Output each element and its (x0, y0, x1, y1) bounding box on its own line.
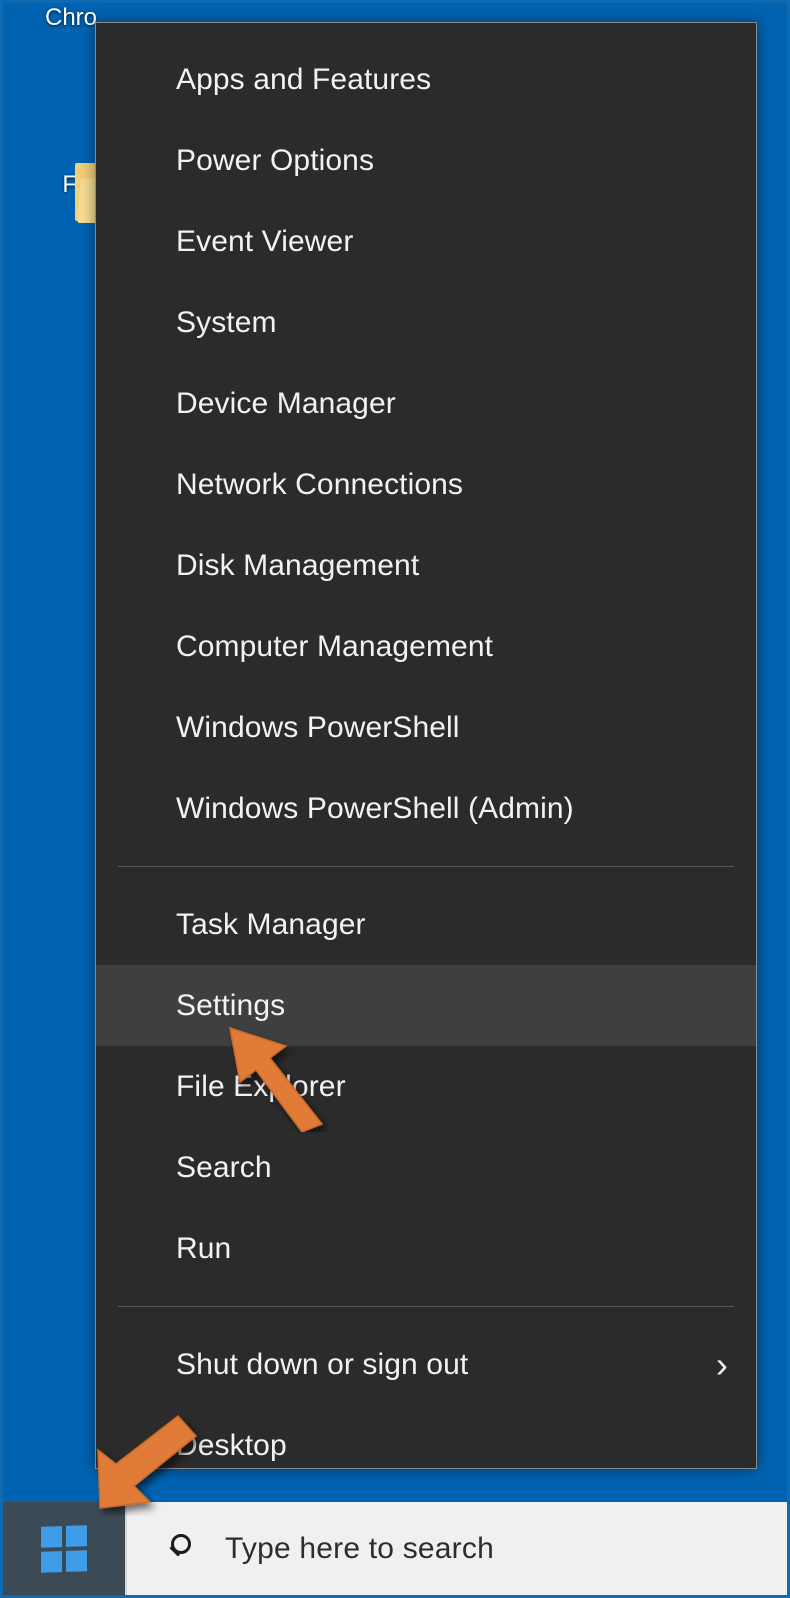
menu-item-disk-management[interactable]: Disk Management (96, 525, 756, 606)
winx-context-menu[interactable]: Apps and Features Power Options Event Vi… (95, 22, 757, 1469)
start-button[interactable] (3, 1502, 125, 1595)
taskbar-search-box[interactable]: Type here to search (125, 1502, 787, 1595)
taskbar: Type here to search (3, 1502, 787, 1595)
menu-item-system[interactable]: System (96, 282, 756, 363)
menu-item-label: Power Options (176, 143, 375, 177)
menu-item-computer-management[interactable]: Computer Management (96, 606, 756, 687)
search-input-placeholder: Type here to search (225, 1531, 494, 1565)
menu-item-run[interactable]: Run (96, 1208, 756, 1289)
menu-item-network-connections[interactable]: Network Connections (96, 444, 756, 525)
menu-item-settings[interactable]: Settings (96, 965, 756, 1046)
menu-item-label: Desktop (176, 1428, 287, 1462)
menu-item-label: Network Connections (176, 467, 464, 501)
menu-item-event-viewer[interactable]: Event Viewer (96, 201, 756, 282)
menu-item-windows-powershell-admin[interactable]: Windows PowerShell (Admin) (96, 768, 756, 849)
menu-item-apps-and-features[interactable]: Apps and Features (96, 39, 756, 120)
menu-item-label: Computer Management (176, 629, 494, 663)
menu-item-windows-powershell[interactable]: Windows PowerShell (96, 687, 756, 768)
menu-item-label: System (176, 305, 277, 339)
menu-item-label: File Explorer (176, 1069, 346, 1103)
menu-item-desktop[interactable]: Desktop (96, 1405, 756, 1486)
menu-item-label: Apps and Features (176, 62, 432, 96)
chevron-right-icon: › (715, 1343, 728, 1385)
menu-item-label: Disk Management (176, 548, 420, 582)
menu-item-label: Settings (176, 988, 286, 1022)
search-icon (165, 1532, 199, 1566)
windows-logo-icon (41, 1524, 87, 1573)
menu-item-label: Event Viewer (176, 224, 354, 258)
menu-item-label: Run (176, 1231, 232, 1265)
menu-item-power-options[interactable]: Power Options (96, 120, 756, 201)
desktop-icon-label-line2: Chro (44, 4, 98, 31)
menu-separator (118, 1306, 734, 1307)
menu-separator (118, 866, 734, 867)
screen: Goo Chro Fil Apps and Features Power Opt… (0, 0, 790, 1598)
menu-item-device-manager[interactable]: Device Manager (96, 363, 756, 444)
menu-item-search[interactable]: Search (96, 1127, 756, 1208)
menu-item-task-manager[interactable]: Task Manager (96, 884, 756, 965)
menu-item-label: Device Manager (176, 386, 396, 420)
menu-item-label: Search (176, 1150, 272, 1184)
menu-item-shut-down-or-sign-out[interactable]: Shut down or sign out › (96, 1324, 756, 1405)
menu-item-label: Windows PowerShell (176, 710, 460, 744)
menu-item-label: Windows PowerShell (Admin) (176, 791, 574, 825)
menu-item-label: Shut down or sign out (176, 1347, 469, 1381)
menu-item-file-explorer[interactable]: File Explorer (96, 1046, 756, 1127)
menu-item-label: Task Manager (176, 907, 366, 941)
